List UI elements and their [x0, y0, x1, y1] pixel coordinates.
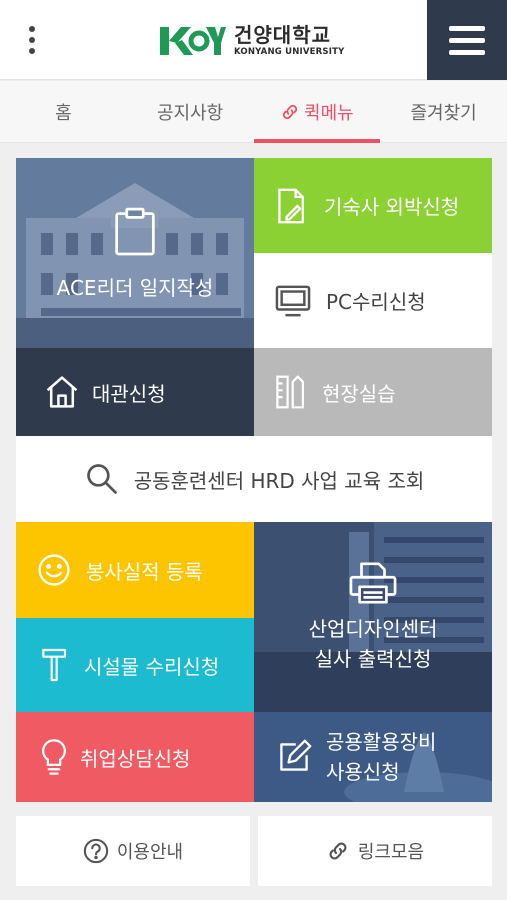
tile-label: PC수리신청 [326, 290, 426, 314]
app-header: 건양대학교 KONYANG UNIVERSITY [0, 0, 507, 80]
button-label: 이용안내 [116, 842, 184, 863]
logo-name-ko: 건양대학교 [234, 23, 331, 47]
tile-label: 현장실습 [322, 381, 396, 406]
tile-label: 시설물 수리신청 [84, 654, 220, 679]
dot [29, 26, 35, 32]
kebab-icon[interactable] [20, 22, 44, 58]
ruler-pencil-icon [276, 375, 305, 409]
tile-label: 봉사실적 등록 [86, 559, 203, 584]
dorm-overnight-tile[interactable]: 기숙사 외박신청 [254, 158, 492, 253]
main-tabs: 홈 공지사항 퀵메뉴 즐겨찾기 [0, 81, 507, 143]
tab-label: 공지사항 [157, 102, 224, 124]
tab-label: 즐겨찾기 [410, 102, 477, 124]
dot [29, 48, 35, 54]
tile-label-group: 공용활용장비 사용신청 [326, 727, 436, 787]
lightbulb-icon [42, 739, 66, 775]
search-icon [86, 464, 117, 494]
field-practice-tile[interactable]: 현장실습 [254, 348, 492, 436]
tab-label: 퀵메뉴 [304, 102, 354, 124]
printer-icon [349, 562, 397, 604]
document-pen-icon [278, 188, 304, 223]
hamburger-icon [449, 49, 485, 55]
monitor-icon [275, 285, 311, 316]
tab-label: 홈 [55, 102, 72, 124]
tile-label-line2: 사용신청 [326, 760, 400, 784]
tile-label-group: 산업디자인센터 실사 출력신청 [309, 614, 438, 674]
dot [29, 37, 35, 43]
design-center-print-tile[interactable]: 산업디자인센터 실사 출력신청 [254, 522, 492, 712]
tab-notice[interactable]: 공지사항 [127, 81, 254, 142]
volunteer-record-tile[interactable]: 봉사실적 등록 [16, 522, 254, 618]
job-counseling-tile[interactable]: 취업상담신청 [16, 712, 254, 802]
house-icon [46, 376, 78, 408]
logo-name-en: KONYANG UNIVERSITY [234, 47, 345, 57]
logo-text: 건양대학교 KONYANG UNIVERSITY [234, 24, 344, 58]
question-circle-icon [83, 838, 109, 864]
hamburger-icon [449, 25, 485, 31]
venue-rental-tile[interactable]: 대관신청 [16, 348, 254, 436]
pc-repair-tile[interactable]: PC수리신청 [254, 253, 492, 348]
tab-favorites[interactable]: 즐겨찾기 [380, 81, 507, 142]
link-collection-button[interactable]: 링크모음 [258, 816, 492, 886]
ky-logo-mark [160, 27, 226, 55]
link-icon [329, 842, 347, 860]
tile-label: ACE리더 일지작성 [56, 275, 214, 300]
tile-label: 취업상담신청 [80, 746, 191, 771]
bottom-links: 이용안내 링크모음 [16, 816, 492, 886]
facility-repair-tile[interactable]: 시설물 수리신청 [16, 618, 254, 712]
usage-guide-button[interactable]: 이용안내 [16, 816, 250, 886]
university-logo[interactable]: 건양대학교 KONYANG UNIVERSITY [158, 20, 344, 62]
hamburger-icon [449, 37, 485, 43]
tab-quick-menu[interactable]: 퀵메뉴 [253, 81, 381, 143]
hammer-icon [42, 648, 67, 682]
tile-label-line2: 실사 출력신청 [314, 647, 432, 671]
hrd-education-search-tile[interactable]: 공동훈련센터 HRD 사업 교육 조회 [16, 436, 492, 522]
tile-label-line1: 공용활용장비 [326, 730, 437, 754]
tile-label: 대관신청 [92, 381, 166, 406]
button-label: 링크모음 [357, 842, 425, 863]
link-icon [282, 104, 298, 119]
tile-label: 공동훈련센터 HRD 사업 교육 조회 [133, 468, 425, 493]
smile-icon [38, 554, 70, 586]
hamburger-menu-button[interactable] [427, 0, 507, 80]
tile-label-line1: 산업디자인센터 [308, 617, 438, 641]
clipboard-icon [115, 207, 155, 255]
tab-home[interactable]: 홈 [0, 81, 127, 142]
shared-equipment-tile[interactable]: 공용활용장비 사용신청 [254, 712, 492, 802]
ace-leader-log-tile[interactable]: ACE리더 일지작성 [16, 158, 254, 348]
tile-label: 기숙사 외박신청 [324, 195, 460, 219]
edit-icon [280, 739, 312, 771]
